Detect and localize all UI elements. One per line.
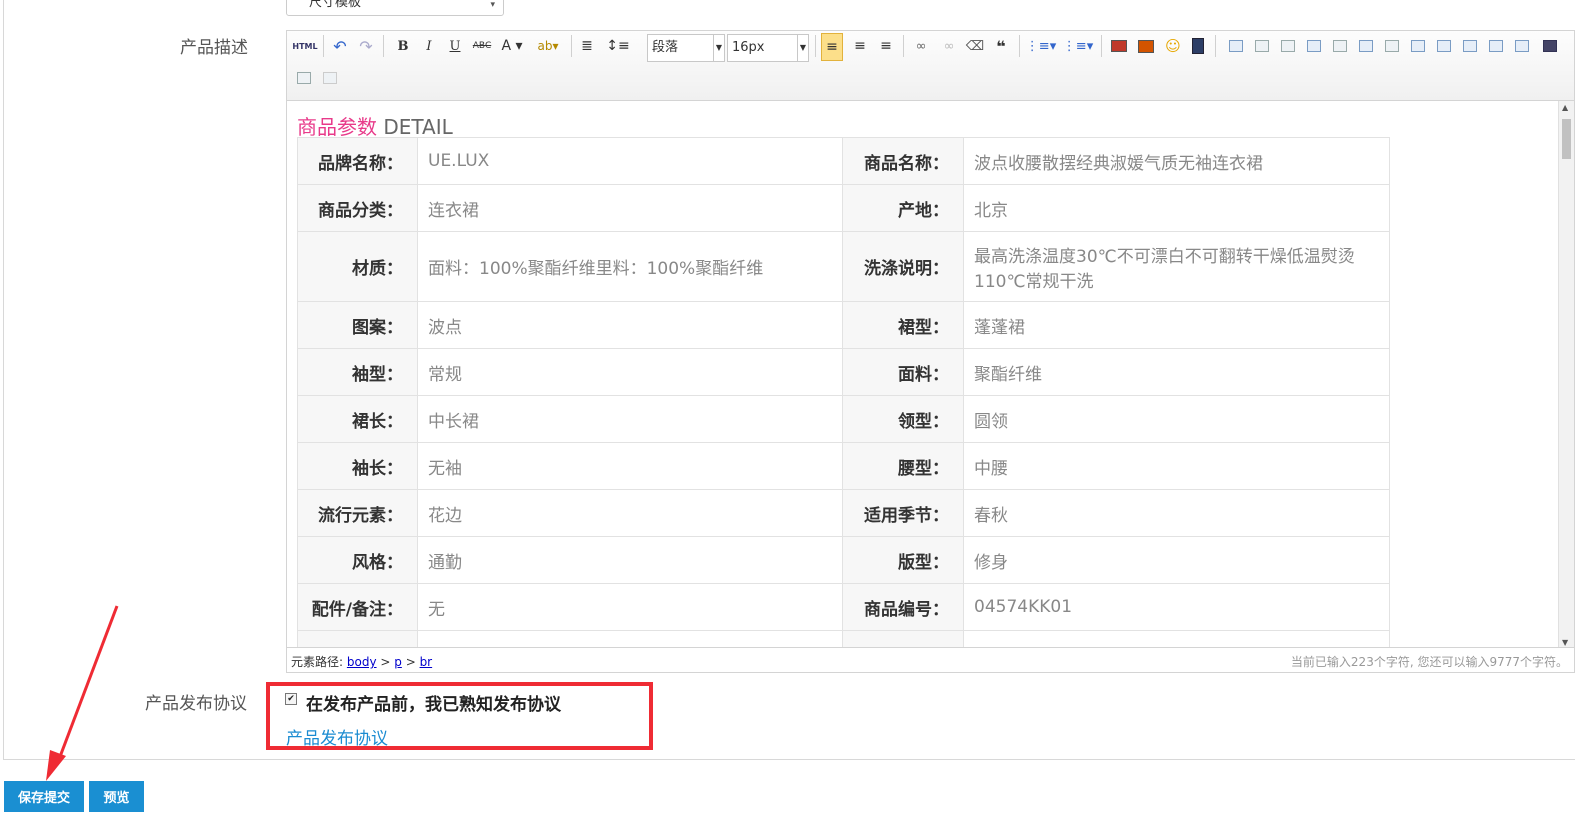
annotation-arrow (46, 605, 119, 781)
